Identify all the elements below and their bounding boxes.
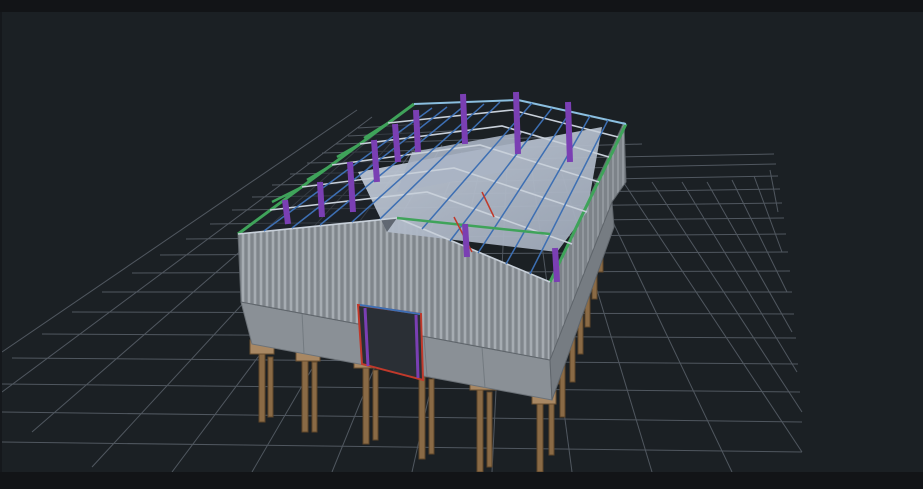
3d-viewport[interactable] — [2, 12, 923, 472]
bottom-strip — [0, 472, 923, 489]
top-strip — [0, 0, 923, 12]
app-frame — [0, 0, 923, 489]
scene-canvas[interactable] — [2, 12, 923, 472]
